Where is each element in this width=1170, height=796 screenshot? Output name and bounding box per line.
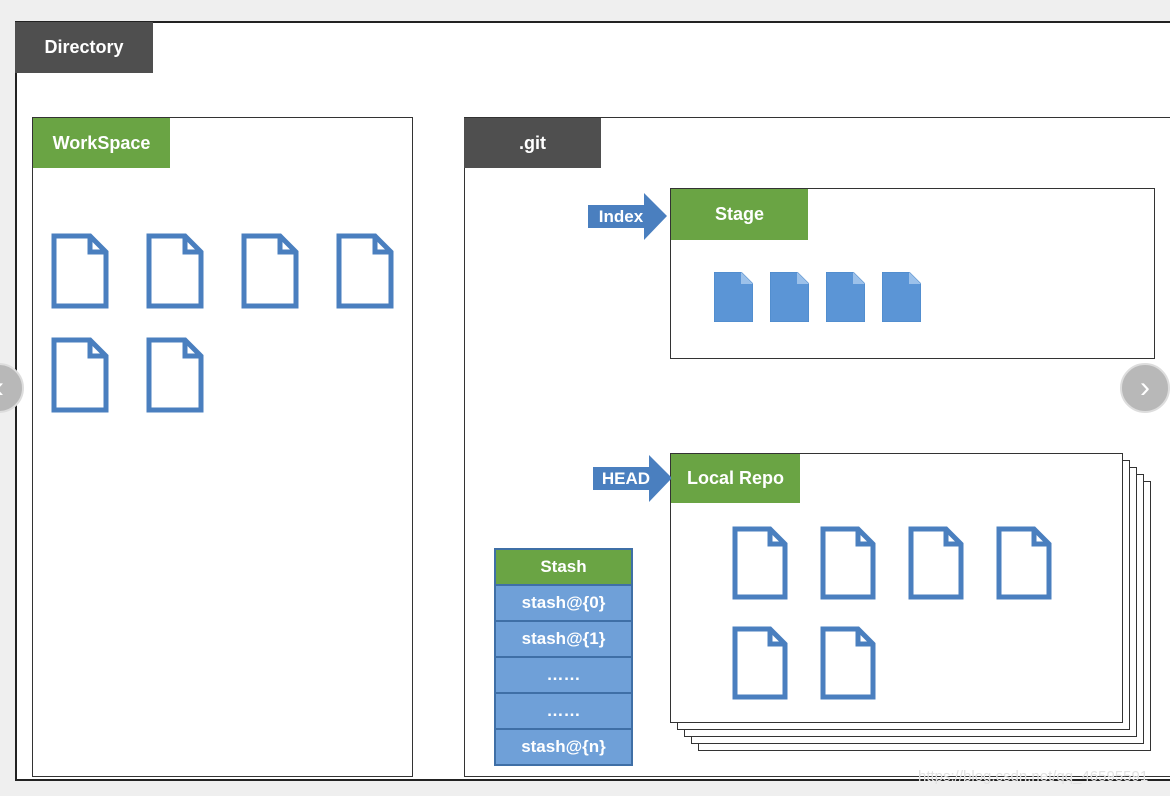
file-icon: [146, 337, 204, 418]
head-label: HEAD: [601, 468, 651, 488]
file-icon: [336, 233, 394, 314]
head-pointer: HEAD: [593, 455, 673, 502]
file-icon: [769, 271, 810, 327]
file-icon: [825, 271, 866, 327]
file-icon: [996, 526, 1052, 605]
watermark: https://blog.csdn.net/qq_46595591: [918, 768, 1149, 785]
index-label: Index: [598, 206, 644, 226]
file-icon: [51, 337, 109, 418]
file-icon: [241, 233, 299, 314]
stash-item: ……: [496, 694, 631, 730]
stash-item: stash@{1}: [496, 622, 631, 658]
workspace-box: [32, 117, 413, 777]
file-icon: [908, 526, 964, 605]
file-icon: [51, 233, 109, 314]
git-label: .git: [464, 118, 601, 168]
file-icon: [732, 526, 788, 605]
file-icon: [713, 271, 754, 327]
stash-item: stash@{n}: [496, 730, 631, 764]
file-icon: [146, 233, 204, 314]
directory-label: Directory: [15, 22, 153, 73]
index-pointer: Index: [588, 193, 668, 240]
file-icon: [820, 626, 876, 705]
file-icon: [881, 271, 922, 327]
stash-item: ……: [496, 658, 631, 694]
file-icon: [820, 526, 876, 605]
workspace-label: WorkSpace: [33, 118, 170, 168]
stash-table: Stash stash@{0} stash@{1} …… …… stash@{n…: [494, 548, 633, 766]
next-slide-button[interactable]: ›: [1120, 363, 1170, 413]
stage-label: Stage: [671, 189, 808, 240]
file-icon: [732, 626, 788, 705]
stash-header: Stash: [496, 550, 631, 586]
local-repo-label: Local Repo: [671, 454, 800, 503]
stash-item: stash@{0}: [496, 586, 631, 622]
